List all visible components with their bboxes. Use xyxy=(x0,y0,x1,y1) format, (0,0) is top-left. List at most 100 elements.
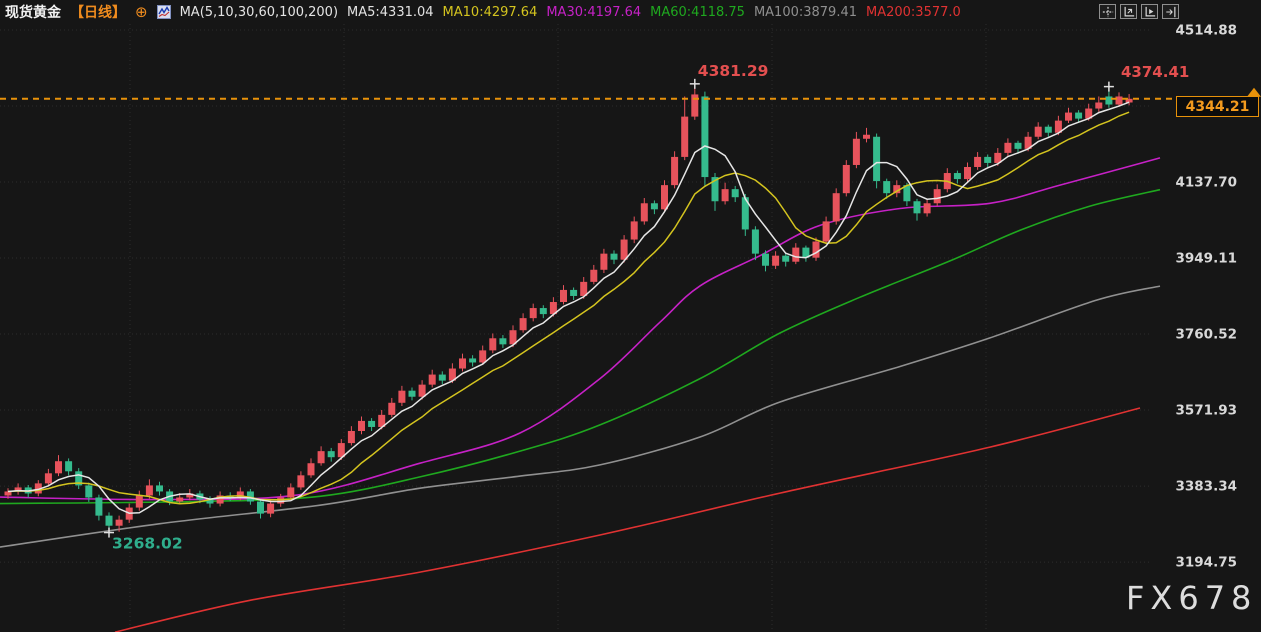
candle xyxy=(287,487,294,497)
candle xyxy=(691,94,698,116)
candle xyxy=(762,254,769,266)
recent-high-label: 4374.41 xyxy=(1121,63,1189,81)
candles-layer xyxy=(5,84,1133,533)
ma5-line xyxy=(8,102,1129,513)
y-axis-label: 4137.70 xyxy=(1176,175,1238,191)
candle xyxy=(45,473,52,483)
candle xyxy=(328,451,335,457)
candle xyxy=(55,461,62,473)
candle xyxy=(631,221,638,239)
candle xyxy=(106,516,113,526)
y-axis-label: 3571.93 xyxy=(1176,403,1238,419)
candle xyxy=(409,391,416,397)
candle xyxy=(459,358,466,368)
candle xyxy=(1116,96,1123,104)
add-indicator-icon[interactable]: ⊕ xyxy=(135,5,148,19)
ma5-legend: MA5:4331.04 xyxy=(347,5,434,20)
candle xyxy=(540,308,547,314)
candle xyxy=(65,461,72,471)
candle xyxy=(1075,113,1082,119)
ma30-legend: MA30:4197.64 xyxy=(546,5,641,20)
candle xyxy=(439,375,446,381)
axis-zoom-icon[interactable] xyxy=(1120,4,1137,19)
candle xyxy=(782,256,789,262)
chart-type-icon[interactable] xyxy=(157,5,171,19)
ma10-line xyxy=(8,112,1129,504)
candle xyxy=(701,96,708,177)
candle xyxy=(257,502,264,514)
candle xyxy=(1035,127,1042,137)
peak-price-annotation: 4381.29 xyxy=(698,62,769,80)
candle xyxy=(136,495,143,507)
y-axis-label: 3383.34 xyxy=(1176,479,1238,495)
candle xyxy=(560,290,567,302)
candle xyxy=(267,504,274,514)
candle xyxy=(570,290,577,296)
candle xyxy=(520,318,527,330)
candle xyxy=(116,520,123,526)
candle xyxy=(600,254,607,270)
candle xyxy=(954,173,961,179)
low-price-annotation: 3268.02 xyxy=(112,535,183,553)
candle xyxy=(297,475,304,487)
pan-icon[interactable] xyxy=(1099,4,1116,19)
candle xyxy=(792,248,799,262)
candle xyxy=(277,497,284,503)
candlestick-chart[interactable]: 4381.293268.024514.884137.703949.113760.… xyxy=(0,0,1261,632)
candle xyxy=(661,185,668,209)
candle xyxy=(671,157,678,185)
watermark: FX678 xyxy=(1126,579,1257,617)
playback-icon[interactable] xyxy=(1141,4,1158,19)
ma60-legend: MA60:4118.75 xyxy=(650,5,745,20)
candle xyxy=(681,117,688,157)
candle xyxy=(429,375,436,385)
candle xyxy=(348,431,355,443)
candle xyxy=(863,135,870,139)
candle xyxy=(853,139,860,165)
candle xyxy=(479,350,486,362)
detach-icon[interactable] xyxy=(1162,4,1179,19)
candle xyxy=(398,391,405,403)
ma10-legend: MA10:4297.64 xyxy=(443,5,538,20)
candle xyxy=(95,497,102,515)
candle xyxy=(146,485,153,495)
candle xyxy=(722,189,729,201)
candle xyxy=(1015,143,1022,149)
candle xyxy=(358,421,365,431)
ma100-legend: MA100:3879.41 xyxy=(754,5,857,20)
candle xyxy=(621,240,628,260)
candle xyxy=(883,181,890,193)
y-axis-label: 4514.88 xyxy=(1176,22,1238,38)
candle xyxy=(833,193,840,221)
candle xyxy=(499,338,506,344)
candle xyxy=(873,137,880,181)
candle xyxy=(156,485,163,491)
candle xyxy=(651,203,658,209)
ma-group-label: MA(5,10,30,60,100,200) xyxy=(180,5,338,20)
fast-ma-layer xyxy=(8,102,1129,513)
candle xyxy=(368,421,375,427)
candle xyxy=(984,157,991,163)
price-line-layer xyxy=(0,88,1261,99)
chart-header: 现货黄金 【日线】 ⊕ MA(5,10,30,60,100,200) MA5:4… xyxy=(5,3,961,21)
chart-toolbar xyxy=(1099,4,1179,19)
candle xyxy=(590,270,597,282)
period-selector[interactable]: 【日线】 xyxy=(70,2,126,22)
candle xyxy=(489,338,496,350)
candle xyxy=(772,256,779,266)
candle xyxy=(974,157,981,167)
candle xyxy=(1105,96,1112,104)
candle xyxy=(388,403,395,415)
candle xyxy=(924,203,931,213)
current-price-value: 4344.21 xyxy=(1186,99,1250,115)
ma200-legend: MA200:3577.0 xyxy=(866,5,961,20)
candle xyxy=(964,167,971,179)
candle xyxy=(843,165,850,193)
candle xyxy=(1065,113,1072,121)
current-price-tag[interactable]: 4344.21 xyxy=(1176,96,1259,117)
candle xyxy=(1095,102,1102,108)
candle xyxy=(934,189,941,203)
candle xyxy=(318,451,325,463)
candle xyxy=(823,221,830,241)
y-axis-label: 3760.52 xyxy=(1176,327,1238,343)
